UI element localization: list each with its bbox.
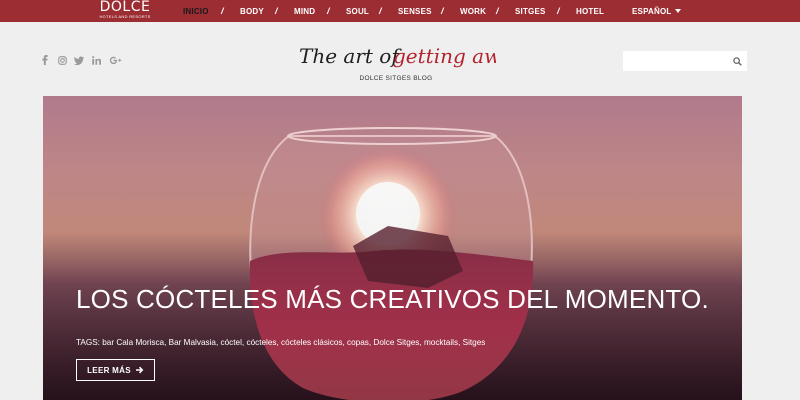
read-more-button[interactable]: LEER MÁS: [76, 359, 155, 381]
search-icon: [732, 56, 742, 66]
nav-item-body[interactable]: BODY: [240, 0, 264, 22]
google-plus-icon[interactable]: [107, 53, 123, 67]
read-more-label: LEER MÁS: [87, 365, 131, 375]
blog-subtitle: DOLCE SITGES BLOG: [359, 75, 433, 82]
language-label: ESPAÑOL: [632, 7, 672, 16]
linkedin-icon[interactable]: [89, 53, 103, 67]
nav-item-work[interactable]: WORK: [460, 0, 486, 22]
nav-item-hotel[interactable]: HOTEL: [576, 0, 604, 22]
search-box: [623, 51, 747, 71]
nav-separator: /: [275, 6, 278, 16]
nav-separator: /: [221, 6, 224, 16]
nav-item-mind[interactable]: MIND: [294, 0, 315, 22]
title-part-1: The art of: [299, 44, 402, 68]
blog-title-logo: The art of getting away: [299, 44, 496, 68]
hero-featured-post[interactable]: LOS CÓCTELES MÁS CREATIVOS DEL MOMENTO. …: [43, 96, 742, 400]
facebook-icon[interactable]: [38, 53, 52, 67]
top-navigation-bar: DOLCE HOTELS AND RESORTS INICIO / BODY /…: [0, 0, 800, 22]
twitter-icon[interactable]: [72, 53, 86, 67]
search-button[interactable]: [727, 51, 747, 71]
search-input[interactable]: [623, 51, 727, 71]
logo-sub-text: HOTELS AND RESORTS: [99, 14, 151, 19]
hero-image-cocktail-glass: [43, 96, 742, 400]
nav-separator: /: [557, 6, 560, 16]
nav-separator: /: [327, 6, 330, 16]
arrow-right-icon: [135, 366, 144, 374]
nav-separator: /: [379, 6, 382, 16]
title-part-2: getting away: [393, 44, 496, 68]
logo-main-text: DOLCE: [99, 0, 151, 15]
instagram-icon[interactable]: [55, 53, 69, 67]
nav-item-sitges[interactable]: SITGES: [515, 0, 546, 22]
nav-item-senses[interactable]: SENSES: [398, 0, 432, 22]
caret-down-icon: [675, 8, 682, 13]
nav-separator: /: [496, 6, 499, 16]
hero-post-tags: TAGS: bar Cala Morisca, Bar Malvasia, có…: [76, 338, 486, 347]
nav-separator: /: [441, 6, 444, 16]
nav-item-soul[interactable]: SOUL: [346, 0, 369, 22]
site-brand[interactable]: The art of getting away DOLCE SITGES BLO…: [296, 36, 496, 86]
nav-item-inicio[interactable]: INICIO: [183, 0, 209, 22]
hero-post-title[interactable]: LOS CÓCTELES MÁS CREATIVOS DEL MOMENTO.: [76, 284, 716, 315]
dolce-logo[interactable]: DOLCE HOTELS AND RESORTS: [92, 0, 158, 21]
language-selector[interactable]: ESPAÑOL: [632, 0, 682, 22]
